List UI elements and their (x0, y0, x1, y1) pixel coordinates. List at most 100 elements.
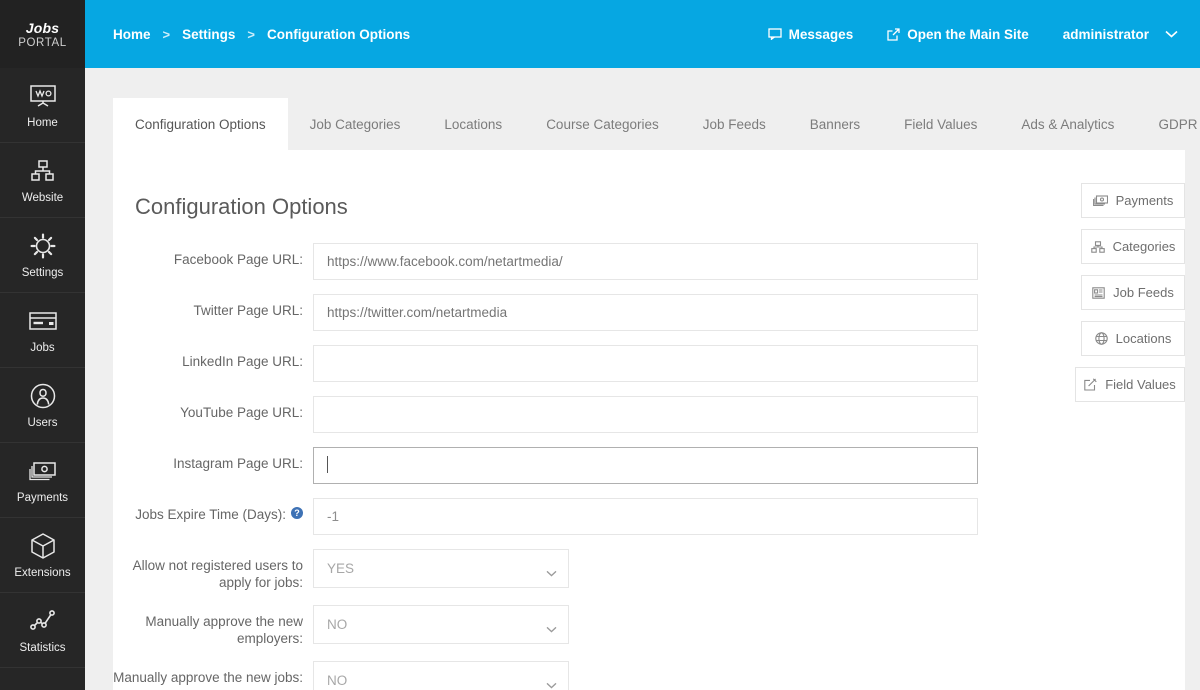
quick-action-label: Field Values (1105, 377, 1176, 392)
twitter-page-url-input[interactable] (313, 294, 978, 331)
tab-ads-analytics[interactable]: Ads & Analytics (999, 98, 1136, 150)
youtube-page-url-input[interactable] (313, 396, 978, 433)
sidebar-item-home[interactable]: Home (0, 68, 85, 143)
field-label: YouTube Page URL: (180, 405, 303, 420)
manually-approve-jobs-select[interactable]: NO (313, 661, 569, 690)
field-label: Allow not registered users to apply for … (132, 558, 303, 590)
quick-action-label: Categories (1112, 239, 1176, 254)
user-circle-icon (29, 381, 57, 411)
sitemap-icon (30, 156, 56, 186)
quick-action-payments[interactable]: Payments (1081, 183, 1185, 218)
open-main-site-link[interactable]: Open the Main Site (887, 27, 1029, 42)
edit-square-icon (1084, 378, 1097, 391)
form-row-manually-approve-employers: Manually approve the new employers: NO (113, 605, 993, 647)
money-icon (28, 456, 58, 486)
breadcrumb-item-configuration-options[interactable]: Configuration Options (267, 27, 410, 42)
money-icon (1092, 195, 1108, 206)
quick-actions: Payments Categories Job Feeds Locations … (1035, 183, 1185, 413)
breadcrumb-separator: > (162, 26, 171, 42)
open-main-site-label: Open the Main Site (907, 26, 1029, 42)
tab-banners[interactable]: Banners (788, 98, 882, 150)
sidebar-item-label: Settings (21, 267, 64, 279)
sitemap-icon (1090, 240, 1105, 253)
tab-field-values[interactable]: Field Values (882, 98, 999, 150)
breadcrumb-separator: > (247, 26, 255, 42)
configuration-form: Facebook Page URL: Twitter Page URL: Lin… (113, 243, 993, 690)
select-value: NO (327, 617, 348, 632)
feed-icon (1092, 286, 1105, 299)
external-link-icon (887, 27, 900, 41)
tab-job-feeds[interactable]: Job Feeds (681, 98, 788, 150)
instagram-page-url-input[interactable] (313, 447, 978, 484)
admin-page: Jobs PORTAL Home Website Settings Jobs U… (0, 0, 1200, 690)
logo-secondary-text: PORTAL (18, 36, 67, 49)
tab-bar: Configuration Options Job Categories Loc… (113, 98, 1197, 150)
form-row-allow-not-registered-users: Allow not registered users to apply for … (113, 549, 993, 591)
sidebar-item-partial[interactable] (0, 668, 85, 690)
sidebar-item-statistics[interactable]: Statistics (0, 593, 85, 668)
field-label: Facebook Page URL: (173, 252, 303, 267)
jobs-expire-time-input[interactable]: -1 (313, 498, 978, 535)
select-value: YES (327, 561, 355, 576)
logo-primary-text: Jobs (25, 19, 60, 36)
gear-icon (29, 231, 57, 261)
chevron-down-icon (546, 677, 557, 690)
manually-approve-employers-select[interactable]: NO (313, 605, 569, 644)
field-label: Manually approve the new jobs: (113, 670, 303, 685)
messages-link[interactable]: Messages (768, 27, 853, 42)
sidebar-item-jobs[interactable]: Jobs (0, 293, 85, 368)
field-label: LinkedIn Page URL: (182, 354, 303, 369)
breadcrumb-item-settings[interactable]: Settings (182, 27, 235, 42)
user-menu[interactable]: administrator (1063, 27, 1178, 42)
cube-icon (30, 531, 56, 561)
form-row-instagram-page-url: Instagram Page URL: (113, 447, 993, 484)
quick-action-field-values[interactable]: Field Values (1075, 367, 1185, 402)
linkedin-page-url-input[interactable] (313, 345, 978, 382)
sidebar-item-users[interactable]: Users (0, 368, 85, 443)
help-icon[interactable]: ? (291, 507, 303, 519)
form-row-twitter-page-url: Twitter Page URL: (113, 294, 993, 331)
quick-action-label: Locations (1115, 331, 1172, 346)
user-menu-label: administrator (1062, 26, 1149, 42)
allow-not-registered-users-select[interactable]: YES (313, 549, 569, 588)
tab-locations[interactable]: Locations (422, 98, 524, 150)
field-label: Jobs Expire Time (Days): ? (113, 498, 313, 523)
sidebar: Jobs PORTAL Home Website Settings Jobs U… (0, 0, 85, 690)
jobs-expire-time-value: -1 (327, 509, 340, 524)
chevron-down-icon (1165, 30, 1178, 38)
chevron-down-icon (546, 621, 557, 636)
tab-job-categories[interactable]: Job Categories (288, 98, 423, 150)
sidebar-item-label: Website (21, 192, 64, 204)
breadcrumb-item-home[interactable]: Home (113, 27, 151, 42)
sidebar-item-label: Payments (16, 492, 69, 504)
quick-action-label: Payments (1115, 193, 1174, 208)
field-label: Instagram Page URL: (173, 456, 303, 471)
sidebar-item-extensions[interactable]: Extensions (0, 518, 85, 593)
form-row-youtube-page-url: YouTube Page URL: (113, 396, 993, 433)
header-actions: Messages Open the Main Site administrato… (734, 27, 1178, 42)
sidebar-item-label: Users (27, 417, 58, 429)
logo[interactable]: Jobs PORTAL (0, 0, 85, 68)
form-row-manually-approve-jobs: Manually approve the new jobs: NO (113, 661, 993, 690)
facebook-page-url-input[interactable] (313, 243, 978, 280)
line-chart-icon (29, 606, 57, 636)
quick-action-job-feeds[interactable]: Job Feeds (1081, 275, 1185, 310)
quick-action-locations[interactable]: Locations (1081, 321, 1185, 356)
sidebar-item-payments[interactable]: Payments (0, 443, 85, 518)
tab-gdpr[interactable]: GDPR (1136, 98, 1200, 150)
tab-course-categories[interactable]: Course Categories (524, 98, 681, 150)
sidebar-item-settings[interactable]: Settings (0, 218, 85, 293)
form-row-jobs-expire-time: Jobs Expire Time (Days): ? -1 (113, 498, 993, 535)
sidebar-item-website[interactable]: Website (0, 143, 85, 218)
chevron-down-icon (546, 565, 557, 580)
quick-action-categories[interactable]: Categories (1081, 229, 1185, 264)
quick-action-label: Job Feeds (1113, 285, 1174, 300)
sidebar-item-label: Jobs (30, 342, 55, 354)
page-title: Configuration Options (135, 194, 348, 219)
sidebar-item-label: Home (27, 117, 58, 129)
sidebar-item-label: Statistics (19, 642, 66, 654)
top-header: Home > Settings > Configuration Options … (85, 0, 1200, 68)
select-value: NO (327, 673, 348, 688)
content-card: Configuration Options Payments Categorie… (113, 150, 1185, 690)
tab-configuration-options[interactable]: Configuration Options (113, 98, 288, 150)
